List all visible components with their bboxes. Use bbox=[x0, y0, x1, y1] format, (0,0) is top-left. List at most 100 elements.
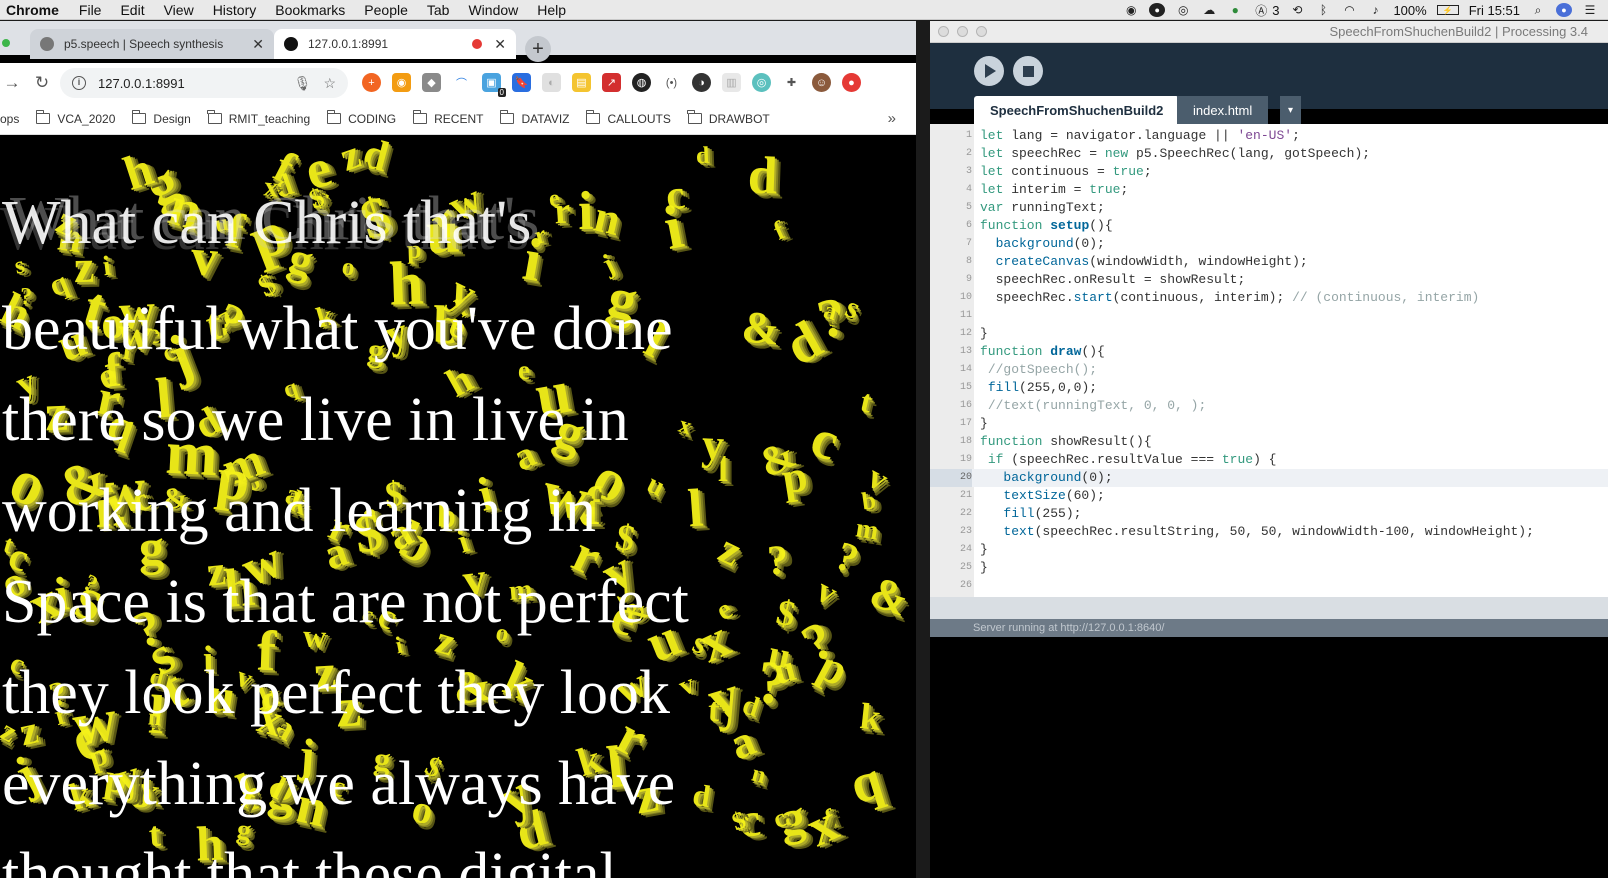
zoom-window-button[interactable] bbox=[976, 26, 987, 37]
code-line[interactable]: 5 var runningText; bbox=[930, 199, 1608, 217]
menu-file[interactable]: File bbox=[79, 2, 102, 18]
close-window-button[interactable] bbox=[938, 26, 949, 37]
extension-orange-icon[interactable]: + bbox=[362, 73, 381, 92]
p5-sketch-canvas[interactable]: o o i g f m t g k z w c $ y v? q l a? d e g a o k e d n s c r p o z & m l z?… bbox=[0, 136, 916, 878]
code-line[interactable]: 19 if (speechRec.resultValue === true) { bbox=[930, 451, 1608, 469]
extension-arc-icon[interactable]: ⌒ bbox=[452, 73, 471, 92]
code-line[interactable]: 14 //gotSpeech(); bbox=[930, 361, 1608, 379]
extension-badge-icon[interactable]: ▣ 0 bbox=[482, 73, 506, 97]
code-line[interactable]: 3 let continuous = true; bbox=[930, 163, 1608, 181]
code-line[interactable]: 26 bbox=[930, 577, 1608, 595]
address-text[interactable]: 127.0.0.1:8991 bbox=[98, 76, 282, 91]
extension-light-icon[interactable]: ▥ bbox=[722, 73, 741, 92]
code-line[interactable]: 13 function draw(){ bbox=[930, 343, 1608, 361]
menu-window[interactable]: Window bbox=[468, 2, 518, 18]
code-line[interactable]: 4 let interim = true; bbox=[930, 181, 1608, 199]
new-tab-button[interactable]: + bbox=[525, 36, 551, 62]
bookmark-design[interactable]: Design bbox=[131, 110, 191, 126]
code-line[interactable]: 20 background(0); bbox=[930, 469, 1608, 487]
code-line[interactable]: 22 fill(255); bbox=[930, 505, 1608, 523]
window-zoom-button[interactable] bbox=[2, 39, 10, 47]
extension-teal-icon[interactable]: ◎ bbox=[752, 73, 771, 92]
extension-shield-icon[interactable]: ◑ bbox=[692, 73, 711, 92]
cloud-upload-icon[interactable]: ☁ bbox=[1201, 3, 1217, 17]
code-line[interactable]: 15 fill(255,0,0); bbox=[930, 379, 1608, 397]
forward-arrow-icon[interactable]: → bbox=[0, 73, 24, 93]
extension-dark-icon[interactable]: ◍ bbox=[632, 73, 651, 92]
tab-menu-button[interactable]: ▾ bbox=[1280, 96, 1302, 124]
extension-paren-icon[interactable]: (•) bbox=[662, 73, 681, 92]
bookmark-dataviz[interactable]: DATAVIZ bbox=[499, 110, 569, 126]
code-line[interactable]: 24} bbox=[930, 541, 1608, 559]
bookmark-vca-2020[interactable]: VCA_2020 bbox=[35, 110, 115, 126]
battery-icon[interactable]: ⚡ bbox=[1436, 5, 1459, 15]
code-line[interactable]: 18 function showResult(){ bbox=[930, 433, 1608, 451]
console-area[interactable] bbox=[930, 637, 1608, 878]
run-button[interactable] bbox=[974, 56, 1004, 86]
tab-p5-speech[interactable]: p5.speech | Speech synthesis ✕ bbox=[30, 29, 274, 59]
code-line[interactable]: 11 bbox=[930, 307, 1608, 325]
bookmark-drawbot[interactable]: DRAWBOT bbox=[687, 110, 770, 126]
profile-avatar-icon[interactable]: ☺ bbox=[812, 73, 831, 92]
tab-sketch-main[interactable]: SpeechFromShuchenBuild2 bbox=[974, 96, 1180, 124]
code-line[interactable]: 9 speechRec.onResult = showResult; bbox=[930, 271, 1608, 289]
user-avatar-icon[interactable]: ● bbox=[1556, 3, 1572, 17]
bookmark-blue-icon[interactable]: 🔖 bbox=[512, 73, 531, 92]
code-line[interactable]: 16 //text(runningText, 0, 0, ); bbox=[930, 397, 1608, 415]
menu-help[interactable]: Help bbox=[537, 2, 566, 18]
code-line[interactable]: 7 background(0); bbox=[930, 235, 1608, 253]
cc-icon[interactable]: ◎ bbox=[1175, 3, 1191, 17]
menu-edit[interactable]: Edit bbox=[120, 2, 144, 18]
close-tab-icon[interactable]: ✕ bbox=[494, 36, 506, 53]
tab-index-html[interactable]: index.html bbox=[1177, 96, 1269, 124]
code-line[interactable]: 10 speechRec.start(continuous, interim);… bbox=[930, 289, 1608, 307]
microphone-icon[interactable]: 🎙 bbox=[294, 75, 312, 92]
adobe-status[interactable]: Ⓐ 3 bbox=[1253, 3, 1279, 18]
bookmark-callouts[interactable]: CALLOUTS bbox=[585, 110, 671, 126]
code-line[interactable]: 25} bbox=[930, 559, 1608, 577]
menu-history[interactable]: History bbox=[213, 2, 257, 18]
bookmarks-overflow-button[interactable]: » bbox=[888, 110, 896, 127]
green-app-icon[interactable]: ● bbox=[1227, 3, 1243, 17]
code-line[interactable]: 2 let speechRec = new p5.SpeechRec(lang, … bbox=[930, 145, 1608, 163]
menu-people[interactable]: People bbox=[364, 2, 408, 18]
address-bar[interactable]: i 127.0.0.1:8991 🎙 ☆ bbox=[60, 68, 348, 98]
extension-yellow-icon[interactable]: ▤ bbox=[572, 73, 591, 92]
extension-stop-icon[interactable]: ● bbox=[842, 73, 861, 92]
reload-icon[interactable]: ↻ bbox=[30, 73, 54, 93]
code-line[interactable]: 17} bbox=[930, 415, 1608, 433]
site-info-icon[interactable]: i bbox=[72, 76, 86, 90]
code-line[interactable]: 23 text(speechRec.resultString, 50, 50, … bbox=[930, 523, 1608, 541]
stop-button[interactable] bbox=[1013, 56, 1043, 86]
rss-icon[interactable]: ◉ bbox=[392, 73, 411, 92]
bookmark-coding[interactable]: CODING bbox=[326, 110, 396, 126]
menu-app-chrome[interactable]: Chrome bbox=[6, 2, 59, 18]
spotlight-search-icon[interactable]: ⌕ bbox=[1530, 3, 1546, 17]
wifi-icon[interactable]: ◠ bbox=[1341, 3, 1357, 17]
menu-bookmarks[interactable]: Bookmarks bbox=[275, 2, 345, 18]
code-editor[interactable]: 1 let lang = navigator.language || 'en-US… bbox=[930, 124, 1608, 597]
bookmark-apps[interactable]: ops bbox=[0, 112, 19, 126]
app-circle-icon[interactable]: ● bbox=[1149, 3, 1166, 17]
volume-icon[interactable]: ♪ bbox=[1367, 3, 1383, 17]
extension-red-icon[interactable]: ↗ bbox=[602, 73, 621, 92]
code-line[interactable]: 6 function setup(){ bbox=[930, 217, 1608, 235]
tab-localhost[interactable]: 127.0.0.1:8991 ✕ bbox=[274, 29, 516, 59]
menu-view[interactable]: View bbox=[164, 2, 194, 18]
bluetooth-icon[interactable]: ᛒ bbox=[1315, 3, 1331, 17]
bookmark-star-icon[interactable]: ☆ bbox=[323, 75, 336, 92]
extensions-puzzle-icon[interactable]: ✚ bbox=[782, 73, 801, 92]
screen-record-icon[interactable]: ◉ bbox=[1123, 3, 1139, 17]
time-machine-icon[interactable]: ⟲ bbox=[1289, 3, 1305, 17]
menubar-clock[interactable]: Fri 15:51 bbox=[1469, 3, 1520, 18]
menu-tab[interactable]: Tab bbox=[427, 2, 450, 18]
close-tab-icon[interactable]: ✕ bbox=[252, 36, 264, 53]
bookmark-rmit-teaching[interactable]: RMIT_teaching bbox=[207, 110, 310, 126]
extension-faded-icon[interactable]: ◐ bbox=[542, 73, 561, 92]
code-line[interactable]: 8 createCanvas(windowWidth, windowHeight… bbox=[930, 253, 1608, 271]
notification-center-icon[interactable]: ☰ bbox=[1582, 3, 1598, 17]
code-line[interactable]: 21 textSize(60); bbox=[930, 487, 1608, 505]
code-line[interactable]: 12} bbox=[930, 325, 1608, 343]
minimize-window-button[interactable] bbox=[957, 26, 968, 37]
code-line[interactable]: 1 let lang = navigator.language || 'en-US… bbox=[930, 127, 1608, 145]
